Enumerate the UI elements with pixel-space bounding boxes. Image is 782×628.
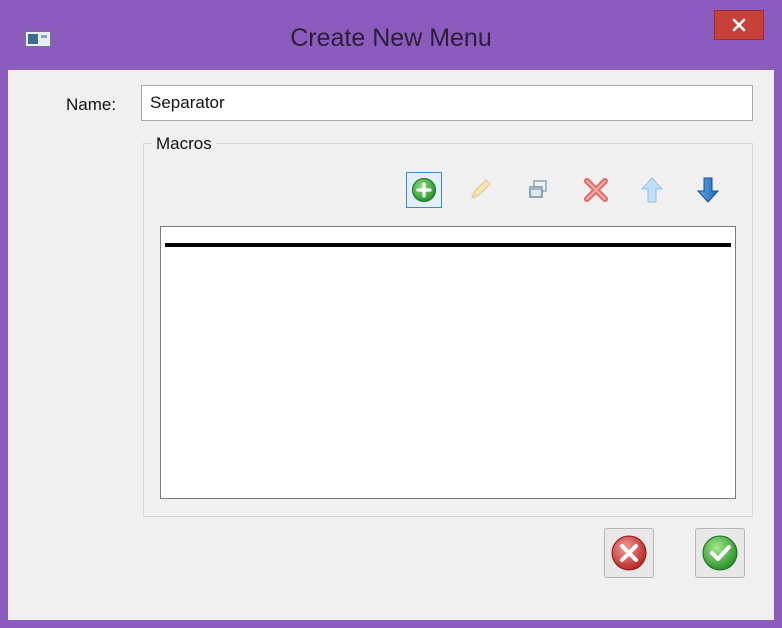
cancel-button[interactable] <box>604 528 654 578</box>
copy-macro-button[interactable] <box>520 172 556 208</box>
ok-button[interactable] <box>695 528 745 578</box>
add-macro-button[interactable] <box>406 172 442 208</box>
name-input[interactable] <box>141 85 753 121</box>
pencil-icon <box>471 179 491 199</box>
title-bar[interactable]: Create New Menu <box>0 0 782 70</box>
delete-macro-button[interactable] <box>578 172 614 208</box>
dialog-body: Name: Macros <box>8 70 774 620</box>
delete-icon <box>584 178 608 202</box>
arrow-up-icon <box>640 177 664 203</box>
close-button[interactable] <box>714 10 764 40</box>
dialog-window: Create New Menu Name: Macros <box>0 0 782 628</box>
close-icon <box>732 18 746 32</box>
copy-icon <box>529 180 547 198</box>
move-up-button[interactable] <box>634 172 670 208</box>
macros-list[interactable] <box>160 226 736 499</box>
window-title: Create New Menu <box>290 24 492 52</box>
list-item-separator[interactable] <box>165 243 731 247</box>
edit-macro-button[interactable] <box>462 172 498 208</box>
macros-group-title: Macros <box>152 134 216 154</box>
add-icon <box>412 178 436 202</box>
move-down-button[interactable] <box>690 172 726 208</box>
name-label: Name: <box>66 95 117 114</box>
arrow-down-icon <box>696 177 720 203</box>
cancel-icon <box>611 535 647 571</box>
ok-icon <box>702 535 738 571</box>
